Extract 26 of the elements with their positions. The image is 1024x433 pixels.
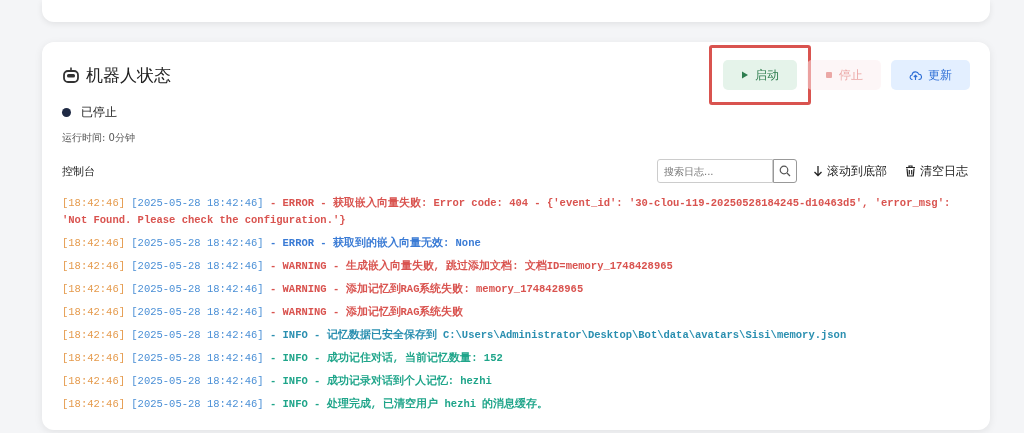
log-line: [18:42:46] [2025-05-28 18:42:46] - WARNING - 添加记忆到RAG系统失败	[62, 304, 465, 320]
panel-title: 机器人状态	[86, 63, 171, 87]
log-line: [18:42:46] [2025-05-28 18:42:46] - WARNING - 生成嵌入向量失败, 跳过添加文档: 文档ID=memory_1748428965	[62, 258, 674, 274]
log-line: [18:42:46] [2025-05-28 18:42:46] - INFO - 成功记住对话, 当前记忆数量: 152	[62, 350, 504, 366]
uptime-text: 运行时间: 0分钟	[62, 131, 135, 145]
start-button[interactable]: 启动	[723, 60, 797, 90]
robot-icon	[62, 66, 80, 84]
log-line: [18:42:46] [2025-05-28 18:42:46] - INFO - 成功记录对话到个人记忆: hezhi	[62, 373, 493, 389]
search-field[interactable]: 搜索日志...	[657, 159, 773, 183]
trash-icon	[905, 165, 916, 177]
search-button[interactable]	[773, 159, 797, 183]
status-text: 已停止	[81, 104, 117, 121]
log-line: [18:42:46] [2025-05-28 18:42:46] - ERROR - 获取嵌入向量失败: Error code: 404 - {'event_id': '30-clou-119-20250528184245-d10463d5', 'error_msg': 'Not Found. Please check the configuration.'}	[62, 195, 952, 228]
down-arrow-icon	[813, 165, 823, 177]
console-title: 控制台	[62, 163, 95, 179]
log-line: [18:42:46] [2025-05-28 18:42:46] - INFO - 处理完成, 已清空用户 hezhi 的消息缓存。	[62, 396, 550, 412]
update-button[interactable]: 更新	[891, 60, 970, 90]
clear-log-button[interactable]: 清空日志	[903, 160, 970, 182]
log-line: [18:42:46] [2025-05-28 18:42:46] - WARNING - 添加记忆到RAG系统失败: memory_1748428965	[62, 281, 585, 297]
log-line: [18:42:46] [2025-05-28 18:42:46] - INFO - 记忆数据已安全保存到 C:\Users\Administrator\Desktop\Bot\data\avatars\Sisi\memory.json	[62, 327, 848, 343]
scroll-bottom-button[interactable]: 滚动到底部	[811, 160, 889, 182]
cloud-upload-icon	[909, 69, 922, 81]
log-line: [18:42:46] [2025-05-28 18:42:46] - ERROR - 获取到的嵌入向量无效: None	[62, 235, 482, 251]
search-icon	[779, 165, 791, 177]
play-icon	[741, 71, 749, 79]
stop-icon	[825, 71, 833, 79]
